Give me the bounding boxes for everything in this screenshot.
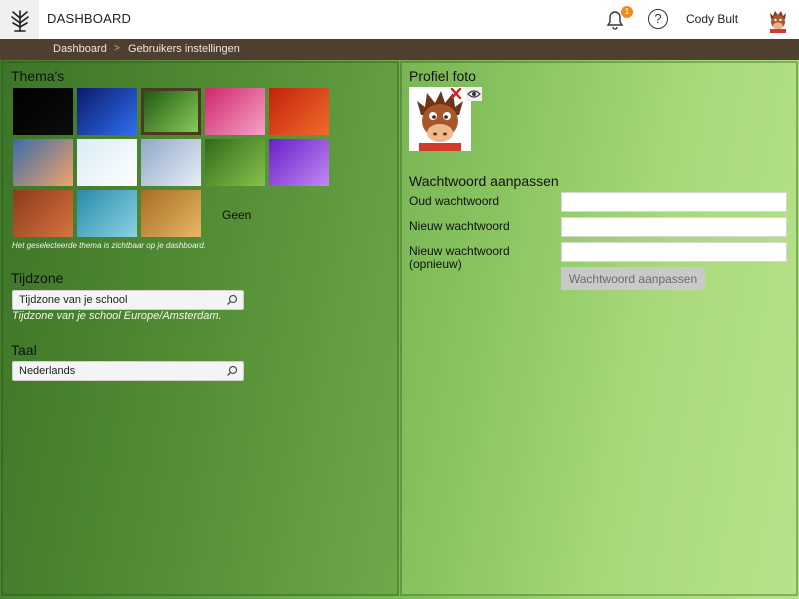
delete-photo-icon[interactable] <box>450 87 462 100</box>
old-password-field[interactable] <box>561 192 787 212</box>
app-title[interactable]: DASHBOARD <box>47 11 131 26</box>
avatar[interactable] <box>766 7 790 33</box>
timezone-title: Tijdzone <box>11 270 64 286</box>
user-name[interactable]: Cody Bult <box>686 12 738 26</box>
repeat-password-label: Nieuw wachtwoord (opnieuw) <box>409 245 510 271</box>
eye-icon[interactable] <box>466 87 482 101</box>
theme-tile-grass[interactable] <box>205 139 265 186</box>
theme-tile-black[interactable] <box>13 88 73 135</box>
theme-tile-white-blue[interactable] <box>77 139 137 186</box>
theme-tile-bamboo[interactable] <box>141 190 201 237</box>
notification-badge: 1 <box>621 6 633 18</box>
timezone-note: Tijdzone van je school Europe/Amsterdam. <box>12 310 222 322</box>
top-bar: DASHBOARD 1 ? Cody Bult <box>0 0 799 39</box>
timezone-value: Tijdzone van je school <box>19 294 128 306</box>
change-password-button[interactable]: Wachtwoord aanpassen <box>561 267 705 290</box>
search-icon <box>227 294 238 305</box>
repeat-password-label-line2: (opnieuw) <box>409 257 462 271</box>
help-icon[interactable]: ? <box>648 9 668 29</box>
breadcrumb-dashboard[interactable]: Dashboard <box>53 43 107 55</box>
breadcrumb-current: Gebruikers instellingen <box>128 43 240 55</box>
theme-tile-purple[interactable] <box>269 139 329 186</box>
breadcrumb-separator: > <box>114 43 120 54</box>
new-password-label: Nieuw wachtwoord <box>409 219 510 233</box>
theme-tile-sea[interactable] <box>77 190 137 237</box>
theme-tile-pink[interactable] <box>205 88 265 135</box>
timezone-select[interactable]: Tijdzone van je school <box>12 290 244 310</box>
theme-tile-blur-sunset[interactable] <box>13 139 73 186</box>
theme-tile-red-flower[interactable] <box>269 88 329 135</box>
themes-title: Thema's <box>11 68 65 84</box>
language-value: Nederlands <box>19 365 76 377</box>
new-password-field[interactable] <box>561 217 787 237</box>
theme-tile-clouds[interactable] <box>141 139 201 186</box>
repeat-password-field[interactable] <box>561 242 787 262</box>
language-select[interactable]: Nederlands <box>12 361 244 381</box>
profile-photo-title: Profiel foto <box>409 68 476 84</box>
theme-hint: Het geselecteerde thema is zichtbaar op … <box>12 241 206 250</box>
old-password-label: Oud wachtwoord <box>409 194 500 208</box>
theme-tile-blue-light[interactable] <box>77 88 137 135</box>
search-icon <box>227 365 238 376</box>
theme-tile-green[interactable] <box>141 88 201 135</box>
tree-logo-icon[interactable] <box>0 0 39 39</box>
theme-tile-brick[interactable] <box>13 190 73 237</box>
password-title: Wachtwoord aanpassen <box>409 173 559 189</box>
theme-none-option[interactable]: Geen <box>222 208 251 222</box>
language-title: Taal <box>11 342 37 358</box>
